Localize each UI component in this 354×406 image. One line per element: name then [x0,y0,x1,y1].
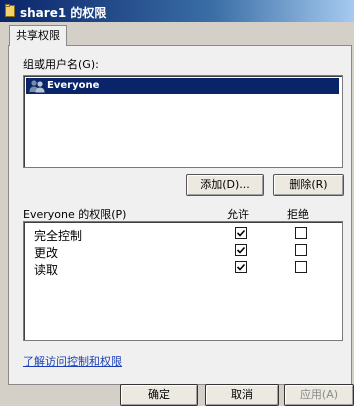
title-bar: share1 的权限 [0,0,354,22]
permissions-list: 完全控制 更改 读取 [23,221,343,341]
permissions-header: Everyone 的权限(P) [23,208,127,221]
users-icon [29,80,45,93]
allow-checkbox[interactable] [235,227,247,239]
apply-button[interactable]: 应用(A) [284,384,354,406]
deny-checkbox[interactable] [295,227,307,239]
deny-checkbox[interactable] [295,261,307,273]
folder-icon [5,4,15,17]
permission-row-full-control: 完全控制 [24,225,340,243]
allow-column-header: 允许 [227,208,249,221]
checkmark-icon [236,263,246,271]
checkmark-icon [236,246,246,254]
tab-panel: 组或用户名(G): Everyone 添加(D)... 删除(R) Everyo… [8,45,352,385]
list-item-everyone[interactable]: Everyone [26,78,339,94]
window-title: share1 的权限 [20,6,107,20]
ok-button[interactable]: 确定 [120,384,198,406]
permission-row-read: 读取 [24,259,340,277]
allow-checkbox[interactable] [235,244,247,256]
learn-access-control-link[interactable]: 了解访问控制和权限 [23,353,122,369]
checkmark-icon [236,229,246,237]
tab-share-permissions[interactable]: 共享权限 [9,25,67,46]
permission-name: 读取 [34,263,59,277]
user-name: Everyone [47,80,100,91]
remove-button[interactable]: 删除(R) [273,174,344,196]
deny-column-header: 拒绝 [287,208,309,221]
users-list[interactable]: Everyone [23,75,343,168]
allow-checkbox[interactable] [235,261,247,273]
permission-row-change: 更改 [24,242,340,260]
add-button[interactable]: 添加(D)... [186,174,264,196]
cancel-button[interactable]: 取消 [205,384,279,406]
group-or-user-label: 组或用户名(G): [23,58,99,71]
deny-checkbox[interactable] [295,244,307,256]
